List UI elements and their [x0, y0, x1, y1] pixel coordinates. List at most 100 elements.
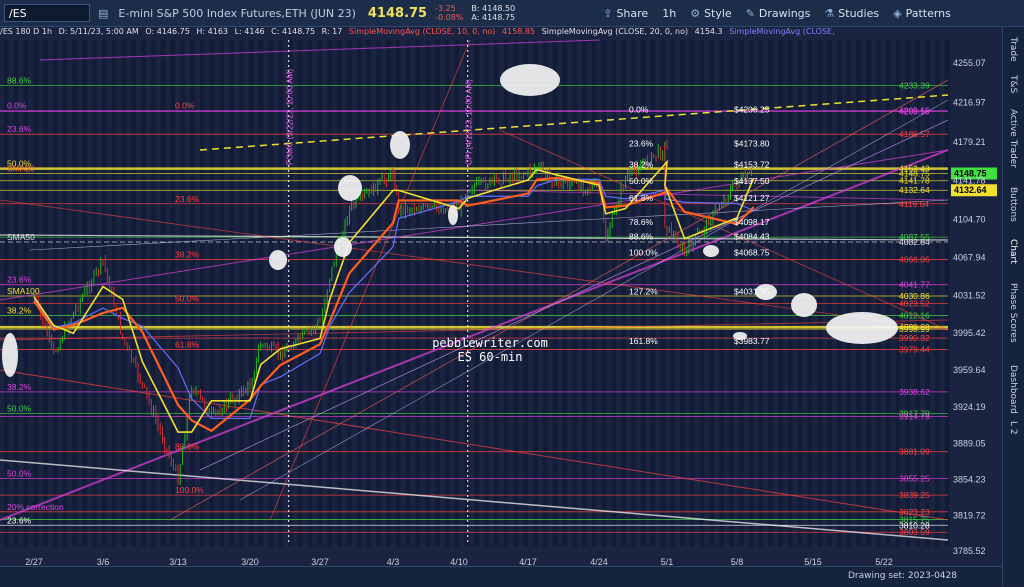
session-stripe [258, 40, 264, 546]
y-tick-label: 4179.21 [953, 137, 986, 147]
info-sma10: SimpleMovingAvg (CLOSE, 10, 0, no) [348, 27, 496, 36]
sidebar-tab-phase-scores[interactable]: Phase Scores [1008, 283, 1018, 343]
session-stripe [53, 40, 58, 546]
session-stripe [543, 40, 548, 546]
sma-price-tag: 4132.64 [954, 185, 987, 195]
sidebar-tab-chart[interactable]: Chart [1008, 239, 1018, 264]
right-sidebar: Trade T&S Active Trader Buttons Chart Ph… [1002, 27, 1024, 586]
fib-level-value: $4068.75 [734, 248, 770, 258]
right-level-label: 3990.32 [899, 333, 930, 343]
left-level-label: 23.6% [7, 275, 32, 285]
x-tick-label: 3/6 [97, 557, 110, 566]
x-tick-label: 5/8 [731, 557, 744, 566]
info-datetime: D: 5/11/23, 5:00 AM [58, 27, 139, 36]
session-stripe [562, 40, 568, 546]
info-close: C: 4148.75 [271, 27, 316, 36]
info-open: O: 4146.75 [145, 27, 190, 36]
session-stripe [229, 40, 234, 546]
session-stripe [405, 40, 411, 546]
session-stripe [827, 40, 832, 546]
fib-level-value: $4137.50 [734, 176, 770, 186]
info-symbol: /ES 180 D 1h [0, 27, 53, 36]
session-stripe [611, 40, 617, 546]
watermark-chart: ES 60-min [457, 350, 522, 364]
left-level-label: 38.2% [7, 382, 32, 392]
x-tick-label: 5/22 [875, 557, 893, 566]
x-tick-label: 2/27 [25, 557, 43, 566]
mid-fib-label: 23.6% [175, 194, 200, 204]
right-level-label: 3803.59 [899, 527, 930, 537]
session-stripe [778, 40, 783, 546]
fib-level-value: $4084.43 [734, 231, 770, 241]
fib-level-value: $4153.72 [734, 159, 770, 169]
session-stripe [386, 40, 391, 546]
fib-level-pct: 38.2% [629, 159, 654, 169]
session-stripe [621, 40, 626, 546]
session-stripe [445, 40, 450, 546]
info-sma20: SimpleMovingAvg (CLOSE, 20, 0, no) [541, 27, 689, 36]
session-stripe [935, 40, 940, 546]
event-label: CPI (4/12/23, 10:00 AM) [465, 79, 474, 165]
sidebar-tab-trade[interactable]: Trade [1008, 37, 1018, 62]
session-stripe [719, 40, 724, 546]
left-level-label: SMA50 [7, 232, 35, 242]
sidebar-tab-ts[interactable]: T&S [1008, 75, 1018, 93]
x-tick-label: 4/24 [590, 557, 608, 566]
fib-level-pct: 100.0% [629, 248, 658, 258]
watermark-site: pebblewriter.com [432, 336, 548, 350]
session-stripe [62, 40, 68, 546]
fib-level-value: $4173.80 [734, 138, 770, 148]
x-tick-label: 4/10 [450, 557, 468, 566]
price-chart[interactable]: FOMC (3/22/23, 10:00 AM) CPI (4/12/23, 10… [0, 0, 1002, 566]
right-level-label: 4041.77 [899, 280, 930, 290]
right-level-label: 4132.64 [899, 185, 930, 195]
session-stripe [572, 40, 577, 546]
chart-background [0, 27, 1002, 566]
right-level-label: 3855.25 [899, 474, 930, 484]
fib-level-pct: 61.8% [629, 193, 654, 203]
left-level-label: 38.2% [7, 305, 32, 315]
y-tick-label: 3785.52 [953, 546, 986, 556]
info-sma50: SimpleMovingAvg (CLOSE, [729, 27, 835, 36]
session-stripe [219, 40, 225, 546]
session-stripe [601, 40, 607, 546]
info-sma10-value: 4158.85 [501, 27, 536, 36]
left-level-label: SMA20 [7, 163, 35, 173]
session-stripe [807, 40, 813, 546]
event-label: FOMC (3/22/23, 10:00 AM) [286, 69, 295, 165]
session-stripe [209, 40, 215, 546]
highlight-ellipse [448, 205, 458, 225]
right-level-label: 3914.79 [899, 412, 930, 422]
session-stripe [307, 40, 313, 546]
x-tick-label: 3/20 [241, 557, 259, 566]
session-stripe [837, 40, 842, 546]
info-low: L: 4146 [234, 27, 265, 36]
session-stripe [552, 40, 558, 546]
mid-fib-label: 100.0% [175, 485, 204, 495]
left-level-label: 50.0% [7, 469, 32, 479]
session-stripe [415, 40, 421, 546]
x-tick-label: 5/15 [804, 557, 822, 566]
session-stripe [856, 40, 862, 546]
y-tick-label: 3924.19 [953, 402, 986, 412]
x-tick-label: 5/1 [661, 557, 674, 566]
session-stripe [699, 40, 705, 546]
highlight-ellipse [791, 293, 817, 317]
sidebar-tab-active-trader[interactable]: Active Trader [1008, 109, 1018, 168]
session-stripe [317, 40, 323, 546]
y-tick-label: 3854.23 [953, 475, 986, 485]
sidebar-tab-buttons[interactable]: Buttons [1008, 187, 1018, 222]
fib-level-pct: 161.8% [629, 336, 658, 346]
session-stripe [454, 40, 460, 546]
sidebar-tab-l2[interactable]: L 2 [1008, 421, 1018, 435]
session-stripe [425, 40, 430, 546]
y-tick-label: 4067.94 [953, 252, 986, 262]
sidebar-tab-dashboard[interactable]: Dashboard [1008, 365, 1018, 414]
left-level-label: 20% correction [7, 502, 64, 512]
drawing-set-label[interactable]: Drawing set: 2023-0428 [848, 571, 957, 581]
y-tick-label: 3819.72 [953, 510, 986, 520]
left-level-label: 50.0% [7, 404, 32, 414]
highlight-ellipse [390, 131, 410, 159]
x-tick-label: 3/13 [169, 557, 187, 566]
y-tick-label: 4216.97 [953, 98, 986, 108]
